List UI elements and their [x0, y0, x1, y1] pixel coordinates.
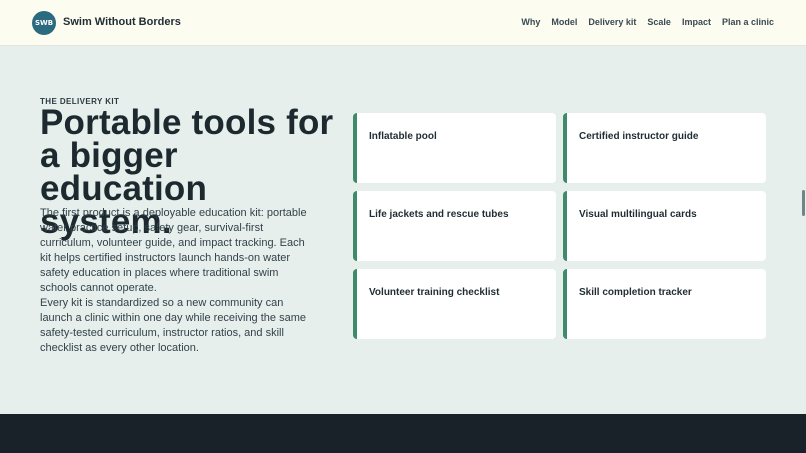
kit-card-label: Inflatable pool [369, 131, 437, 142]
kit-card-volunteer-checklist: Volunteer training checklist [353, 269, 556, 339]
kit-card-label: Volunteer training checklist [369, 287, 500, 298]
kit-card-multilingual-cards: Visual multilingual cards [563, 191, 766, 261]
site-header: SWB Swim Without Borders Why Model Deliv… [0, 0, 806, 46]
nav-link-delivery-kit[interactable]: Delivery kit [588, 17, 636, 27]
kit-card-label: Life jackets and rescue tubes [369, 209, 509, 220]
main-nav: Why Model Delivery kit Scale Impact Plan… [521, 17, 774, 27]
body-paragraph: Every kit is standardized so a new commu… [40, 297, 306, 354]
kit-card-skill-tracker: Skill completion tracker [563, 269, 766, 339]
kit-card-label: Certified instructor guide [579, 131, 699, 142]
brand-name[interactable]: Swim Without Borders [63, 16, 181, 28]
kit-card-label: Skill completion tracker [579, 287, 692, 298]
kit-card-instructor-guide: Certified instructor guide [563, 113, 766, 183]
nav-link-model[interactable]: Model [551, 17, 577, 27]
body-paragraph: The first product is a deployable educat… [40, 207, 307, 294]
scrollbar-thumb[interactable] [802, 190, 805, 216]
nav-link-why[interactable]: Why [521, 17, 540, 27]
kit-card-inflatable-pool: Inflatable pool [353, 113, 556, 183]
kit-card-life-jackets: Life jackets and rescue tubes [353, 191, 556, 261]
nav-link-plan-a-clinic[interactable]: Plan a clinic [722, 17, 774, 27]
nav-link-impact[interactable]: Impact [682, 17, 711, 27]
nav-link-scale[interactable]: Scale [647, 17, 671, 27]
kit-card-label: Visual multilingual cards [579, 209, 697, 220]
kit-items-grid: Inflatable pool Certified instructor gui… [353, 113, 766, 339]
footer-band [0, 414, 806, 453]
logo-badge[interactable]: SWB [32, 11, 56, 35]
section-body: The first product is a deployable educat… [40, 206, 316, 356]
